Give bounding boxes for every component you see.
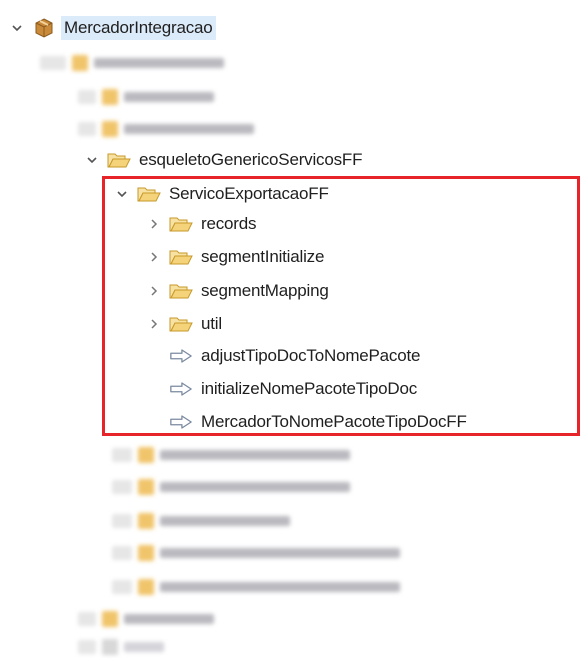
tree-item-label: MercadorToNomePacoteTipoDocFF (201, 412, 467, 431)
flow-service-icon (169, 412, 193, 432)
blurred-tree-item (78, 86, 214, 108)
tree-item-label: ServicoExportacaoFF (169, 184, 329, 203)
blurred-tree-item (112, 444, 350, 466)
flow-service-icon (169, 379, 193, 399)
blurred-tree-item (112, 576, 400, 598)
flow-service-icon (169, 346, 193, 366)
tree-item-label: util (201, 314, 222, 333)
tree-item-label: records (201, 214, 257, 233)
tree-item-parent-folder[interactable]: esqueletoGenericoServicosFF (85, 145, 362, 175)
chevron-down-icon[interactable] (10, 21, 24, 35)
chevron-down-icon[interactable] (115, 187, 129, 201)
chevron-right-icon[interactable] (147, 317, 161, 331)
tree-item-label: adjustTipoDocToNomePacote (201, 346, 421, 365)
folder-icon (169, 281, 193, 301)
blurred-tree-item (112, 542, 400, 564)
tree-item-root[interactable]: MercadorIntegracao (10, 13, 216, 43)
tree-item-label: MercadorIntegracao (61, 16, 216, 40)
folder-icon (169, 247, 193, 267)
tree-item-label: segmentInitialize (201, 247, 325, 266)
tree-item-selected-folder[interactable]: ServicoExportacaoFF (115, 179, 329, 209)
tree-item-segment-mapping[interactable]: segmentMapping (147, 276, 329, 306)
tree-item-records[interactable]: records (147, 209, 256, 239)
folder-open-icon (107, 150, 131, 170)
tree-item-label: segmentMapping (201, 281, 329, 300)
tree-item-label: esqueletoGenericoServicosFF (139, 150, 363, 169)
chevron-right-icon[interactable] (147, 250, 161, 264)
folder-open-icon (137, 184, 161, 204)
blurred-tree-item (78, 118, 254, 140)
folder-icon (169, 314, 193, 334)
blurred-tree-item (112, 476, 350, 498)
blurred-tree-item (78, 608, 214, 630)
blurred-tree-item (78, 636, 164, 658)
blurred-tree-item (40, 52, 224, 74)
chevron-right-icon[interactable] (147, 217, 161, 231)
tree-item-segment-initialize[interactable]: segmentInitialize (147, 242, 324, 272)
tree-item-initialize-nome-pacote[interactable]: initializeNomePacoteTipoDoc (147, 374, 417, 404)
tree-item-mercador-to-nome-pacote[interactable]: MercadorToNomePacoteTipoDocFF (147, 407, 467, 437)
tree-item-label: initializeNomePacoteTipoDoc (201, 379, 418, 398)
chevron-right-icon[interactable] (147, 284, 161, 298)
tree-item-adjust-tipo-doc[interactable]: adjustTipoDocToNomePacote (147, 341, 420, 371)
tree-item-util[interactable]: util (147, 309, 222, 339)
chevron-down-icon[interactable] (85, 153, 99, 167)
package-icon (32, 18, 56, 38)
blurred-tree-item (112, 510, 290, 532)
folder-icon (169, 214, 193, 234)
